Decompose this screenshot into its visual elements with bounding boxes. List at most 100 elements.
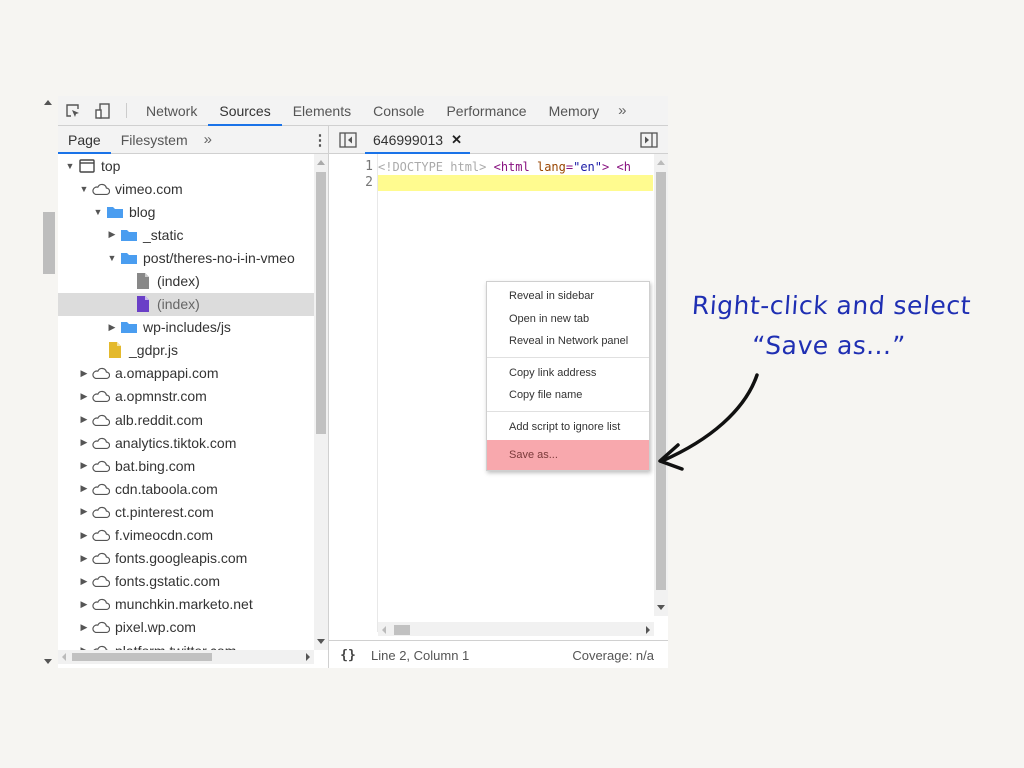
collapsed-arrow-icon[interactable]: ▶: [78, 530, 90, 541]
tree-scrollbar-thumb[interactable]: [316, 172, 326, 434]
cloud-icon: [92, 573, 110, 589]
tree-item[interactable]: ▶ _static: [58, 223, 314, 246]
collapsed-arrow-icon[interactable]: ▶: [106, 229, 118, 240]
tab-elements[interactable]: Elements: [282, 96, 362, 125]
expanded-arrow-icon[interactable]: ▼: [64, 161, 76, 171]
tree-item-label: alb.reddit.com: [115, 411, 203, 428]
tree-vertical-scrollbar[interactable]: [314, 154, 328, 650]
tree-item[interactable]: ▶ cdn.taboola.com: [58, 477, 314, 500]
tree-item[interactable]: ▼ blog: [58, 200, 314, 223]
menu-item-copy-link-address[interactable]: Copy link address: [487, 362, 649, 385]
scroll-right-arrow-icon[interactable]: [306, 653, 310, 661]
tree-item[interactable]: ▶platform.twitter.com: [58, 639, 314, 650]
menu-item-add-script-to-ignore-list[interactable]: Add script to ignore list: [487, 416, 649, 439]
inspect-element-icon: [66, 103, 79, 117]
tree-item[interactable]: _gdpr.js: [58, 339, 314, 362]
tree-item[interactable]: ▶ analytics.tiktok.com: [58, 431, 314, 454]
editor-horizontal-scrollbar[interactable]: [378, 622, 654, 636]
code-lines[interactable]: <!DOCTYPE html> <html lang="en"> <h: [378, 159, 653, 191]
close-tab-icon[interactable]: ✕: [451, 132, 462, 148]
toolbar-divider: [126, 103, 127, 118]
more-tabs-button[interactable]: »: [610, 96, 634, 125]
collapsed-arrow-icon[interactable]: ▶: [78, 576, 90, 587]
expanded-arrow-icon[interactable]: ▼: [106, 253, 118, 263]
tree-item[interactable]: ▶ fonts.googleapis.com: [58, 547, 314, 570]
tree-item[interactable]: ▶ alb.reddit.com: [58, 408, 314, 431]
scroll-left-arrow-icon[interactable]: [382, 626, 386, 634]
tree-item[interactable]: ▼ top: [58, 154, 314, 177]
tree-item-label: a.opmnstr.com: [115, 388, 207, 405]
navigator-menu-icon[interactable]: ⋮: [312, 126, 328, 153]
tree-horizontal-scrollbar[interactable]: [58, 650, 314, 664]
tab-network[interactable]: Network: [135, 96, 208, 125]
file-tree: ▼ top ▼ vimeo.com ▼ blog ▶ _static ▼ post/theres-…: [58, 154, 314, 650]
menu-item-save-as[interactable]: Save as...: [487, 440, 649, 470]
collapsed-arrow-icon[interactable]: ▶: [106, 322, 118, 333]
tree-item[interactable]: (index): [58, 292, 314, 316]
collapsed-arrow-icon[interactable]: ▶: [78, 599, 90, 610]
menu-item-copy-file-name[interactable]: Copy file name: [487, 384, 649, 407]
expanded-arrow-icon[interactable]: ▼: [78, 184, 90, 194]
scroll-left-arrow-icon[interactable]: [62, 653, 66, 661]
toggle-navigator-icon[interactable]: [339, 132, 357, 148]
collapsed-arrow-icon[interactable]: ▶: [78, 553, 90, 564]
tree-item-label: (index): [157, 273, 200, 290]
collapsed-arrow-icon[interactable]: ▶: [78, 368, 90, 379]
tab-sources[interactable]: Sources: [208, 96, 283, 126]
collapsed-arrow-icon[interactable]: ▶: [78, 460, 90, 471]
scroll-right-arrow-icon[interactable]: [646, 626, 650, 634]
cloud-icon: [92, 388, 110, 404]
tree-item[interactable]: ▶ a.omappapi.com: [58, 362, 314, 385]
tree-item[interactable]: ▶ a.opmnstr.com: [58, 385, 314, 408]
tree-item[interactable]: ▶ wp-includes/js: [58, 316, 314, 339]
tree-item[interactable]: ▼ vimeo.com: [58, 177, 314, 200]
tree-item[interactable]: ▶ bat.bing.com: [58, 454, 314, 477]
file-tab-label: 646999013: [373, 131, 444, 148]
inspect-element-button[interactable]: [58, 96, 88, 125]
collapsed-arrow-icon[interactable]: ▶: [78, 437, 90, 448]
scroll-down-arrow-icon[interactable]: [317, 639, 325, 644]
tree-item-label: _gdpr.js: [129, 342, 179, 359]
menu-item-reveal-in-network-panel[interactable]: Reveal in Network panel: [487, 330, 649, 353]
cloud-icon: [92, 619, 110, 635]
tab-console[interactable]: Console: [362, 96, 435, 125]
scroll-down-arrow-icon[interactable]: [657, 605, 665, 610]
tree-item[interactable]: ▶ pixel.wp.com: [58, 616, 314, 639]
tree-item[interactable]: ▶ munchkin.marketo.net: [58, 593, 314, 616]
menu-item-reveal-in-sidebar[interactable]: Reveal in sidebar: [487, 285, 649, 308]
page-scrollbar[interactable]: [42, 96, 55, 668]
collapsed-arrow-icon[interactable]: ▶: [78, 506, 90, 517]
tree-item[interactable]: ▶ f.vimeocdn.com: [58, 524, 314, 547]
collapsed-arrow-icon[interactable]: ▶: [78, 414, 90, 425]
annotation-line-1: Right-click and select: [690, 291, 972, 320]
tree-item[interactable]: ▼ post/theres-no-i-in-vmeo: [58, 246, 314, 269]
scroll-down-arrow-icon[interactable]: [44, 659, 52, 664]
collapsed-arrow-icon[interactable]: ▶: [78, 391, 90, 402]
scroll-up-arrow-icon[interactable]: [44, 100, 52, 105]
editor-file-tab[interactable]: 646999013 ✕: [365, 126, 470, 154]
editor-hscroll-thumb[interactable]: [394, 625, 410, 635]
menu-item-open-in-new-tab[interactable]: Open in new tab: [487, 308, 649, 331]
toggle-debugger-icon[interactable]: [640, 132, 658, 148]
tree-hscroll-thumb[interactable]: [72, 653, 212, 661]
code-line-highlighted[interactable]: [378, 175, 653, 191]
tree-item[interactable]: ▶ ct.pinterest.com: [58, 500, 314, 523]
navigator-tab-page[interactable]: Page: [58, 126, 111, 154]
menu-divider: [487, 410, 649, 412]
pretty-print-button[interactable]: {}: [329, 648, 367, 663]
tree-item[interactable]: (index): [58, 269, 314, 292]
code-line[interactable]: <!DOCTYPE html> <html lang="en"> <h: [378, 159, 653, 175]
tree-item-label: munchkin.marketo.net: [115, 596, 253, 613]
scroll-up-arrow-icon[interactable]: [657, 160, 665, 165]
tab-performance[interactable]: Performance: [435, 96, 537, 125]
navigator-more-tabs-button[interactable]: »: [198, 126, 218, 153]
tree-item[interactable]: ▶ fonts.gstatic.com: [58, 570, 314, 593]
collapsed-arrow-icon[interactable]: ▶: [78, 622, 90, 633]
scroll-up-arrow-icon[interactable]: [317, 160, 325, 165]
tab-memory[interactable]: Memory: [538, 96, 611, 125]
navigator-tab-filesystem[interactable]: Filesystem: [111, 126, 198, 153]
page-scrollbar-thumb[interactable]: [43, 212, 55, 274]
device-toolbar-button[interactable]: [88, 96, 118, 125]
expanded-arrow-icon[interactable]: ▼: [92, 207, 104, 217]
collapsed-arrow-icon[interactable]: ▶: [78, 483, 90, 494]
